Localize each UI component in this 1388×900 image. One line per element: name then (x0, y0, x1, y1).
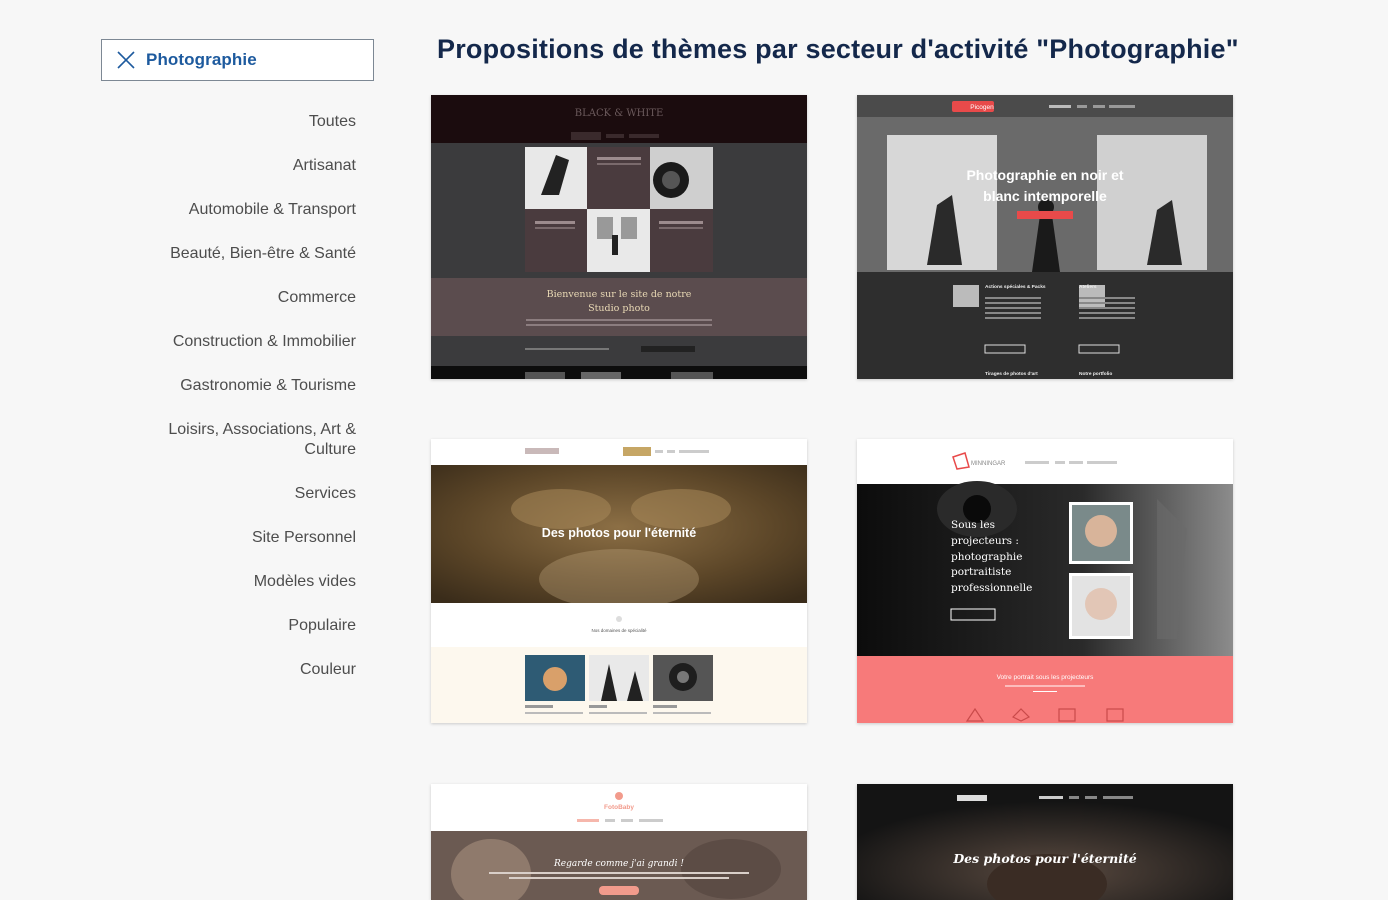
category-populaire[interactable]: Populaire (130, 616, 356, 636)
category-beaute-sante[interactable]: Beauté, Bien-être & Santé (130, 244, 356, 264)
theme2-sub3: Tirages de photos d'art (985, 371, 1038, 377)
theme-preview-masque: Des photos pour l'éternité Nos domaines … (431, 439, 807, 723)
active-filter-chip[interactable]: Photographie (101, 39, 374, 81)
theme4-headline-line5: professionnelle (951, 582, 1032, 594)
theme-preview-studio: Des photos pour l'éternité (857, 784, 1233, 900)
category-automobile-transport[interactable]: Automobile & Transport (130, 200, 356, 220)
theme5-logo: FotoBaby (604, 804, 634, 811)
theme-preview-black-white: BLACK & WHITE Bienvenue sur le site de n… (431, 95, 807, 379)
theme2-sub4: Notre portfolio (1079, 371, 1112, 377)
theme-card-black-white[interactable]: BLACK & WHITE Bienvenue sur le site de n… (431, 95, 807, 379)
category-toutes[interactable]: Toutes (130, 112, 356, 132)
theme-card-picogen[interactable]: Picogen Photographie en noir et blanc in… (857, 95, 1233, 379)
category-loisirs-art-culture[interactable]: Loisirs, Associations, Art & Culture (130, 420, 356, 460)
theme1-headline-line1: Bienvenue sur le site de notre (547, 289, 692, 300)
page-title: Propositions de thèmes par secteur d'act… (437, 34, 1239, 64)
theme2-headline-line2: blanc intemporelle (983, 188, 1107, 204)
theme4-headline-line2: projecteurs : (951, 535, 1019, 547)
theme5-headline: Regarde comme j'ai grandi ! (553, 859, 684, 869)
category-construction-immobilier[interactable]: Construction & Immobilier (130, 332, 356, 352)
category-commerce[interactable]: Commerce (130, 288, 356, 308)
theme2-logo: Picogen (970, 104, 994, 111)
theme4-logo: MINNINGAR (971, 461, 1006, 467)
category-modeles-vides[interactable]: Modèles vides (130, 572, 356, 592)
category-list: Toutes Artisanat Automobile & Transport … (130, 112, 356, 704)
category-gastronomie-tourisme[interactable]: Gastronomie & Tourisme (130, 376, 356, 396)
category-loisirs-line2: Culture (304, 441, 356, 458)
category-couleur[interactable]: Couleur (130, 660, 356, 680)
theme2-sub1: Actions spéciales & Packs (985, 284, 1046, 290)
theme-preview-fotobaby: FotoBaby Regarde comme j'ai grandi ! (431, 784, 807, 900)
theme-preview-minningar: MINNINGAR Sous les projecteurs : photogr… (857, 439, 1233, 723)
theme4-headline-line3: photographie (951, 551, 1022, 563)
close-icon[interactable] (116, 50, 136, 70)
theme-card-studio[interactable]: Des photos pour l'éternité (857, 784, 1233, 900)
theme-card-fotobaby[interactable]: FotoBaby Regarde comme j'ai grandi ! (431, 784, 807, 900)
active-filter-label: Photographie (146, 50, 257, 69)
theme2-sub2: Ateliers (1079, 284, 1097, 290)
theme1-headline-line2: Studio photo (588, 303, 650, 314)
category-artisanat[interactable]: Artisanat (130, 156, 356, 176)
category-site-personnel[interactable]: Site Personnel (130, 528, 356, 548)
theme4-band: Votre portrait sous les projecteurs (997, 674, 1095, 681)
theme3-headline: Des photos pour l'éternité (542, 526, 696, 540)
theme1-logo: BLACK & WHITE (575, 108, 664, 119)
theme4-headline-line1: Sous les (951, 519, 995, 531)
theme4-headline-line4: portraitiste (951, 566, 1011, 578)
theme-card-minningar[interactable]: MINNINGAR Sous les projecteurs : photogr… (857, 439, 1233, 723)
theme6-headline: Des photos pour l'éternité (952, 851, 1136, 866)
category-loisirs-line1: Loisirs, Associations, Art & (168, 421, 356, 438)
category-services[interactable]: Services (130, 484, 356, 504)
theme-card-masque[interactable]: Des photos pour l'éternité Nos domaines … (431, 439, 807, 723)
theme2-headline-line1: Photographie en noir et (966, 167, 1123, 183)
theme-preview-picogen: Picogen Photographie en noir et blanc in… (857, 95, 1233, 379)
theme3-sub: Nos domaines de spécialité (591, 628, 647, 633)
